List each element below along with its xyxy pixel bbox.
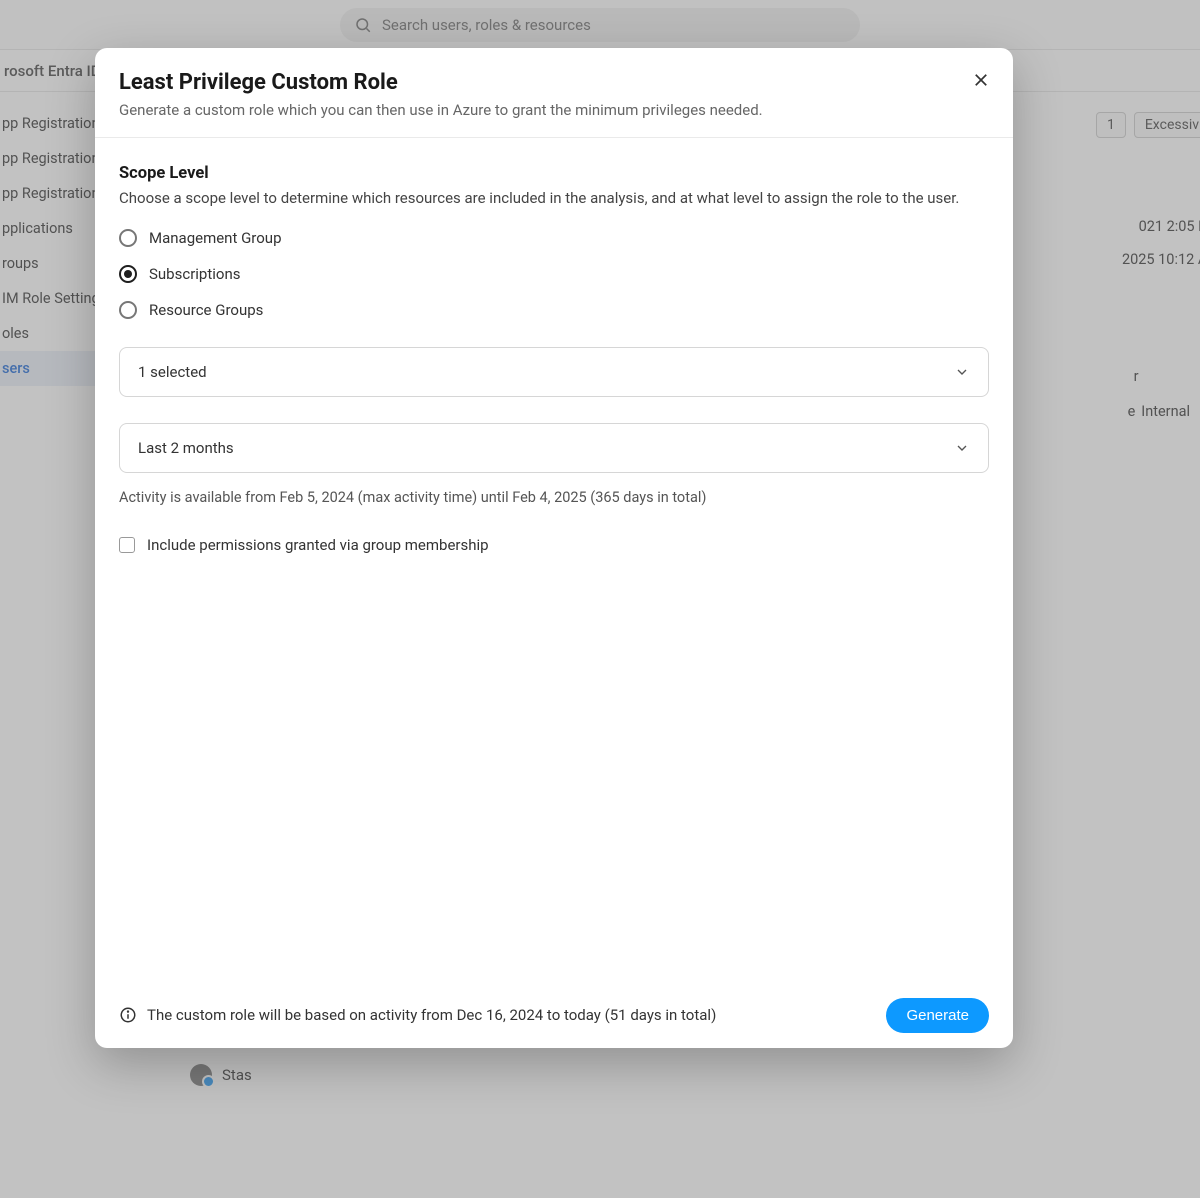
radio-label: Management Group [149,229,282,247]
scope-radio-group: Management Group Subscriptions Resource … [119,229,989,319]
checkbox-label: Include permissions granted via group me… [147,536,489,554]
radio-management-group[interactable]: Management Group [119,229,989,247]
chevron-down-icon [954,364,970,380]
modal-title: Least Privilege Custom Role [119,70,987,95]
modal-footer: The custom role will be based on activit… [95,982,1013,1048]
chevron-down-icon [954,440,970,456]
radio-label: Subscriptions [149,265,240,283]
least-privilege-modal: Least Privilege Custom Role Generate a c… [95,48,1013,1048]
modal-body: Scope Level Choose a scope level to dete… [95,138,1013,982]
activity-note: Activity is available from Feb 5, 2024 (… [119,489,989,506]
scope-description: Choose a scope level to determine which … [119,189,989,207]
time-range-select[interactable]: Last 2 months [119,423,989,473]
radio-icon [119,229,137,247]
scope-title: Scope Level [119,164,989,183]
close-button[interactable] [967,66,995,94]
footer-note: The custom role will be based on activit… [119,1006,716,1024]
radio-icon [119,301,137,319]
radio-icon [119,265,137,283]
generate-button[interactable]: Generate [886,998,989,1033]
radio-label: Resource Groups [149,301,263,319]
modal-subtitle: Generate a custom role which you can the… [119,101,987,119]
close-icon [972,71,990,89]
include-group-permissions-checkbox[interactable]: Include permissions granted via group me… [119,536,989,554]
time-range-value: Last 2 months [138,439,234,457]
scope-select[interactable]: 1 selected [119,347,989,397]
footer-note-text: The custom role will be based on activit… [147,1006,716,1024]
scope-select-value: 1 selected [138,363,207,381]
radio-resource-groups[interactable]: Resource Groups [119,301,989,319]
radio-subscriptions[interactable]: Subscriptions [119,265,989,283]
checkbox-icon [119,537,135,553]
info-icon [119,1006,137,1024]
modal-header: Least Privilege Custom Role Generate a c… [95,48,1013,138]
